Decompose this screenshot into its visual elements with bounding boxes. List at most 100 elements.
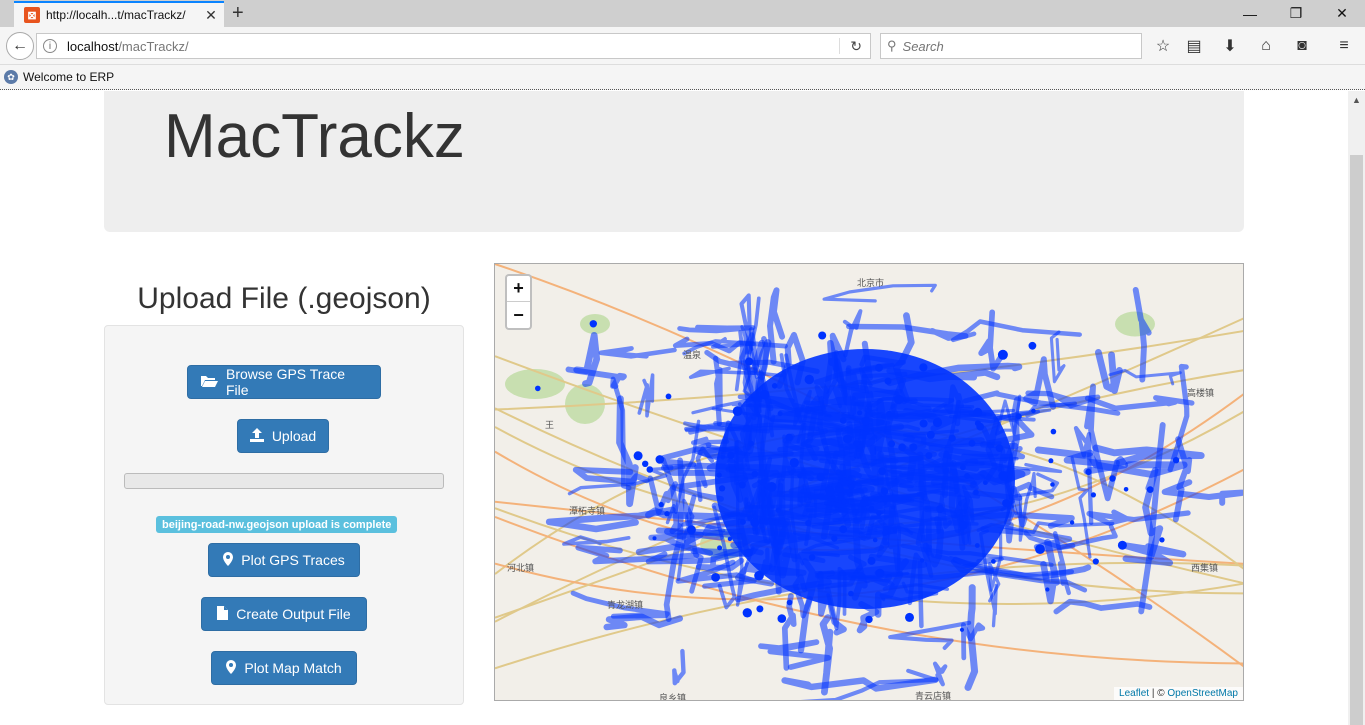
folder-open-icon (200, 374, 218, 391)
reading-list-icon[interactable]: ▤ (1183, 35, 1205, 57)
gps-point (805, 520, 812, 527)
gps-point (740, 519, 746, 525)
gps-trace (767, 287, 786, 365)
gps-trace (637, 373, 655, 418)
gps-point (711, 573, 720, 582)
gps-point (646, 466, 654, 473)
scroll-thumb[interactable] (1350, 155, 1363, 725)
gps-point (777, 411, 783, 417)
gps-point (655, 455, 665, 464)
scroll-up-arrow-icon[interactable]: ▲ (1348, 91, 1365, 108)
gps-point (754, 570, 764, 581)
gps-point (804, 374, 814, 385)
url-host: localhost (67, 38, 119, 54)
upload-progress-bar (124, 473, 444, 489)
bookmark-welcome-to-erp[interactable]: Welcome to ERP (23, 70, 114, 84)
gps-point (998, 471, 1008, 481)
page-content: MacTrackz Upload File (.geojson) Browse … (0, 91, 1348, 725)
gps-point (751, 470, 759, 478)
gps-trace (677, 324, 756, 334)
download-icon[interactable]: ⬇ (1219, 35, 1241, 57)
gps-point (875, 363, 883, 372)
gps-point (652, 536, 657, 541)
pocket-icon[interactable]: ◙ (1291, 35, 1313, 57)
back-arrow-icon[interactable]: ← (6, 32, 34, 60)
gps-point (925, 452, 933, 460)
plot-map-match-button[interactable]: Plot Map Match (211, 651, 357, 685)
erp-bookmark-icon: ✿ (4, 70, 18, 84)
plot-gps-traces-button[interactable]: Plot GPS Traces (208, 543, 360, 577)
gps-point (848, 483, 855, 490)
gps-trace (964, 584, 979, 691)
gps-point (919, 363, 928, 372)
gps-point (843, 434, 852, 444)
gps-point (892, 527, 897, 533)
gps-point (785, 433, 793, 442)
map-attribution: Leaflet | © OpenStreetMap (1114, 687, 1243, 700)
menu-hamburger-icon[interactable]: ≡ (1333, 35, 1355, 57)
upload-icon (249, 427, 264, 445)
gps-trace (758, 639, 832, 670)
upload-button[interactable]: Upload (237, 419, 329, 453)
gps-trace (888, 620, 972, 650)
gps-point (750, 518, 760, 528)
zoom-out-button[interactable]: − (507, 302, 530, 328)
info-icon[interactable]: i (43, 39, 57, 53)
gps-point (1002, 499, 1011, 508)
close-window-icon[interactable]: ✕ (1319, 0, 1365, 27)
gps-point (744, 548, 753, 557)
gps-point (775, 507, 781, 513)
gps-point (831, 535, 838, 542)
gps-point (1123, 487, 1129, 492)
openstreetmap-link[interactable]: OpenStreetMap (1167, 688, 1238, 699)
zoom-in-button[interactable]: + (507, 276, 530, 302)
bookmarks-toolbar: ✿ Welcome to ERP (0, 65, 1365, 90)
navigation-toolbar: ← i localhost/macTrackz/ ↻ ⚲ ☆ ▤ ⬇ ⌂ ◙ ≡ (0, 27, 1365, 65)
gps-point (535, 385, 541, 392)
gps-point (664, 511, 670, 517)
gps-traces-layer (535, 283, 1243, 700)
gps-point (959, 521, 968, 530)
jumbotron: MacTrackz (104, 91, 1244, 232)
place-label: 潭柘寺镇 (569, 506, 606, 516)
place-label: 北京市 (857, 278, 885, 288)
gps-point (1069, 520, 1075, 525)
gps-point (816, 472, 825, 482)
gps-trace (562, 535, 631, 546)
create-output-file-button[interactable]: Create Output File (201, 597, 367, 631)
leaflet-link[interactable]: Leaflet (1119, 688, 1149, 699)
gps-trace (1053, 598, 1153, 615)
vertical-scrollbar[interactable]: ▲ (1348, 91, 1365, 725)
gps-point (786, 599, 793, 606)
minimize-icon[interactable]: — (1227, 0, 1273, 27)
file-icon (217, 605, 229, 623)
reload-icon[interactable]: ↻ (850, 38, 862, 55)
gps-point (1028, 341, 1037, 350)
gps-point (728, 465, 737, 474)
map-marker-icon (223, 551, 234, 569)
search-input[interactable] (902, 38, 1123, 54)
gps-point (884, 377, 892, 385)
tab-title: http://localh...t/macTrackz/ (46, 8, 186, 22)
browser-tab[interactable]: ⊠ http://localh...t/macTrackz/ ✕ (14, 1, 224, 27)
browse-gps-trace-button[interactable]: Browse GPS Trace File (187, 365, 381, 399)
xampp-favicon-icon: ⊠ (24, 7, 40, 23)
close-tab-icon[interactable]: ✕ (202, 7, 220, 24)
gps-point (756, 605, 764, 613)
new-tab-icon[interactable]: + (232, 2, 244, 24)
gps-point (716, 472, 722, 478)
home-icon[interactable]: ⌂ (1255, 35, 1277, 57)
gps-point (719, 485, 726, 492)
gps-point (742, 608, 752, 618)
map-view[interactable]: 北京市 高楼镇 王 河北镇 青龙湖镇 良乡镇 青云店镇 西集镇 温泉 潭柘寺镇 … (494, 263, 1244, 701)
bookmark-star-icon[interactable]: ☆ (1152, 35, 1174, 57)
restore-icon[interactable]: ❐ (1273, 0, 1319, 27)
url-bar[interactable]: i localhost/macTrackz/ ↻ (36, 33, 871, 59)
gps-point (960, 464, 966, 471)
gps-point (1109, 475, 1116, 482)
gps-trace (672, 648, 686, 686)
plot-map-match-label: Plot Map Match (244, 660, 342, 676)
search-bar[interactable]: ⚲ (880, 33, 1142, 59)
gps-point (919, 558, 925, 563)
gps-point (777, 614, 787, 623)
